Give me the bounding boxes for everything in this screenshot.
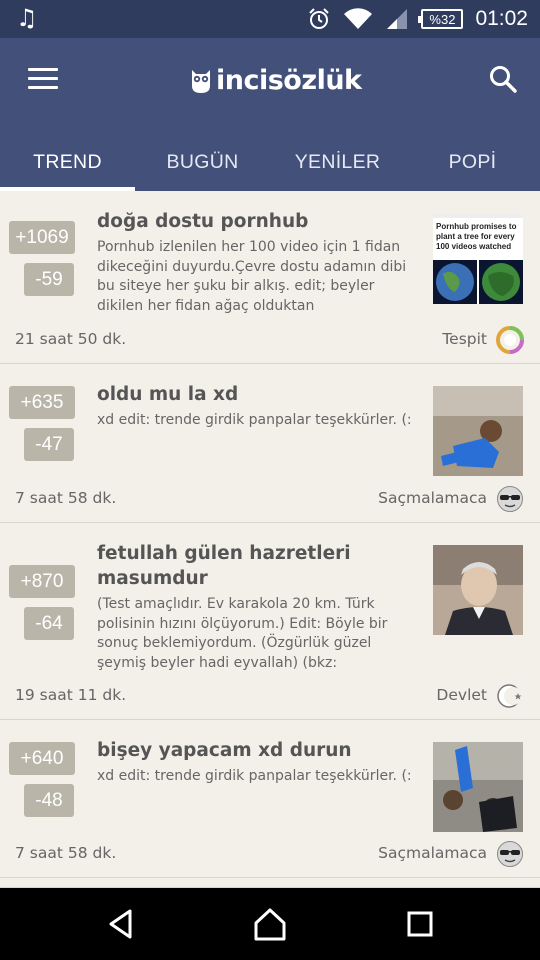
- entry-time: 21 saat 50 dk.: [15, 330, 127, 348]
- alarm-icon: [309, 8, 330, 29]
- tab-bar: TREND BUGÜN YENİLER POPİ: [0, 134, 540, 191]
- entry-title[interactable]: fetullah gülen hazretleri: [97, 542, 351, 566]
- entry-excerpt: xd edit: trende girdik panpalar teşekkür…: [97, 768, 412, 784]
- tab-yeniler[interactable]: YENİLER: [270, 134, 405, 191]
- svg-text:100 videos watched: 100 videos watched: [436, 242, 511, 251]
- entry-thumbnail[interactable]: [433, 386, 523, 476]
- downvote-button[interactable]: -64: [24, 607, 74, 640]
- entry-author[interactable]: Saçmalamaca: [378, 489, 487, 507]
- entry-thumbnail[interactable]: [433, 545, 523, 635]
- entry-time: 7 saat 58 dk.: [15, 489, 117, 507]
- author-avatar-rainbow-icon[interactable]: [496, 326, 524, 354]
- logo-text: incisözlük: [216, 64, 362, 96]
- entry-author[interactable]: Saçmalamaca: [378, 844, 487, 862]
- svg-text:Pornhub promises to: Pornhub promises to: [436, 222, 517, 231]
- entry-title[interactable]: doğa dostu pornhub: [97, 210, 308, 234]
- author-avatar-sunglasses-icon[interactable]: [496, 840, 524, 868]
- entry-card[interactable]: +635 -47 oldu mu la xd xd edit: trende g…: [0, 364, 540, 523]
- upvote-button[interactable]: +635: [9, 386, 75, 419]
- battery-level: %32: [429, 11, 456, 27]
- music-note-icon: ♫: [16, 4, 38, 32]
- entry-time: 19 saat 11 dk.: [15, 686, 127, 704]
- entry-excerpt: xd edit: trende girdik panpalar teşekkür…: [97, 412, 412, 428]
- upvote-button[interactable]: +1069: [9, 221, 75, 254]
- entry-title[interactable]: oldu mu la xd: [97, 383, 238, 407]
- entry-author[interactable]: Devlet: [436, 686, 487, 704]
- entry-card-partial[interactable]: [0, 878, 540, 888]
- entry-card[interactable]: +640 -48 bişey yapacam xd durun xd edit:…: [0, 720, 540, 878]
- system-navigation-bar: [0, 888, 540, 960]
- menu-icon[interactable]: [28, 68, 58, 90]
- author-avatar-sunglasses-icon[interactable]: [496, 485, 524, 513]
- svg-text:plant a tree for every: plant a tree for every: [436, 232, 515, 241]
- owl-logo-icon: [192, 70, 210, 93]
- battery-icon: %32: [418, 9, 464, 29]
- entry-card[interactable]: +1069 -59 doğa dostu pornhub Pornhub izl…: [0, 191, 540, 364]
- signal-icon: [387, 9, 408, 29]
- upvote-button[interactable]: +640: [9, 742, 75, 775]
- author-avatar-crescent-star-icon[interactable]: [496, 682, 524, 710]
- entry-time: 7 saat 58 dk.: [15, 844, 117, 862]
- tab-popi[interactable]: POPİ: [405, 134, 540, 191]
- entry-feed[interactable]: +1069 -59 doğa dostu pornhub Pornhub izl…: [0, 191, 540, 888]
- entry-thumbnail[interactable]: Pornhub promises to plant a tree for eve…: [433, 214, 523, 304]
- app-logo: incisözlük: [190, 62, 362, 98]
- entry-title[interactable]: bişey yapacam xd durun: [97, 739, 352, 763]
- entry-excerpt: Pornhub izlenilen her 100 video için 1 f…: [97, 239, 407, 314]
- entry-title-line2[interactable]: masumdur: [97, 567, 208, 591]
- recents-icon[interactable]: [402, 906, 438, 942]
- entry-author[interactable]: Tespit: [442, 330, 487, 348]
- tab-trend[interactable]: TREND: [0, 134, 135, 191]
- search-icon[interactable]: [488, 64, 518, 94]
- app-bar: incisözlük TREND BUGÜN YENİLER POPİ: [0, 38, 540, 191]
- clock: 01:02: [475, 7, 528, 30]
- app-screen: ♫ %32 01:02 incisözlük TREND BUGÜN YENİL…: [0, 0, 540, 960]
- home-icon[interactable]: [252, 906, 288, 942]
- downvote-button[interactable]: -48: [24, 784, 74, 817]
- entry-thumbnail[interactable]: [433, 742, 523, 832]
- status-bar: ♫ %32 01:02: [0, 0, 540, 38]
- tab-bugun[interactable]: BUGÜN: [135, 134, 270, 191]
- wifi-icon: [344, 8, 373, 30]
- downvote-button[interactable]: -47: [24, 428, 74, 461]
- downvote-button[interactable]: -59: [24, 263, 74, 296]
- back-icon[interactable]: [103, 906, 139, 942]
- entry-excerpt: (Test amaçlıdır. Ev karakola 20 km. Türk…: [97, 596, 388, 671]
- status-icons: %32 01:02: [307, 0, 528, 38]
- upvote-button[interactable]: +870: [9, 565, 75, 598]
- entry-card[interactable]: +870 -64 fetullah gülen hazretleri masum…: [0, 523, 540, 720]
